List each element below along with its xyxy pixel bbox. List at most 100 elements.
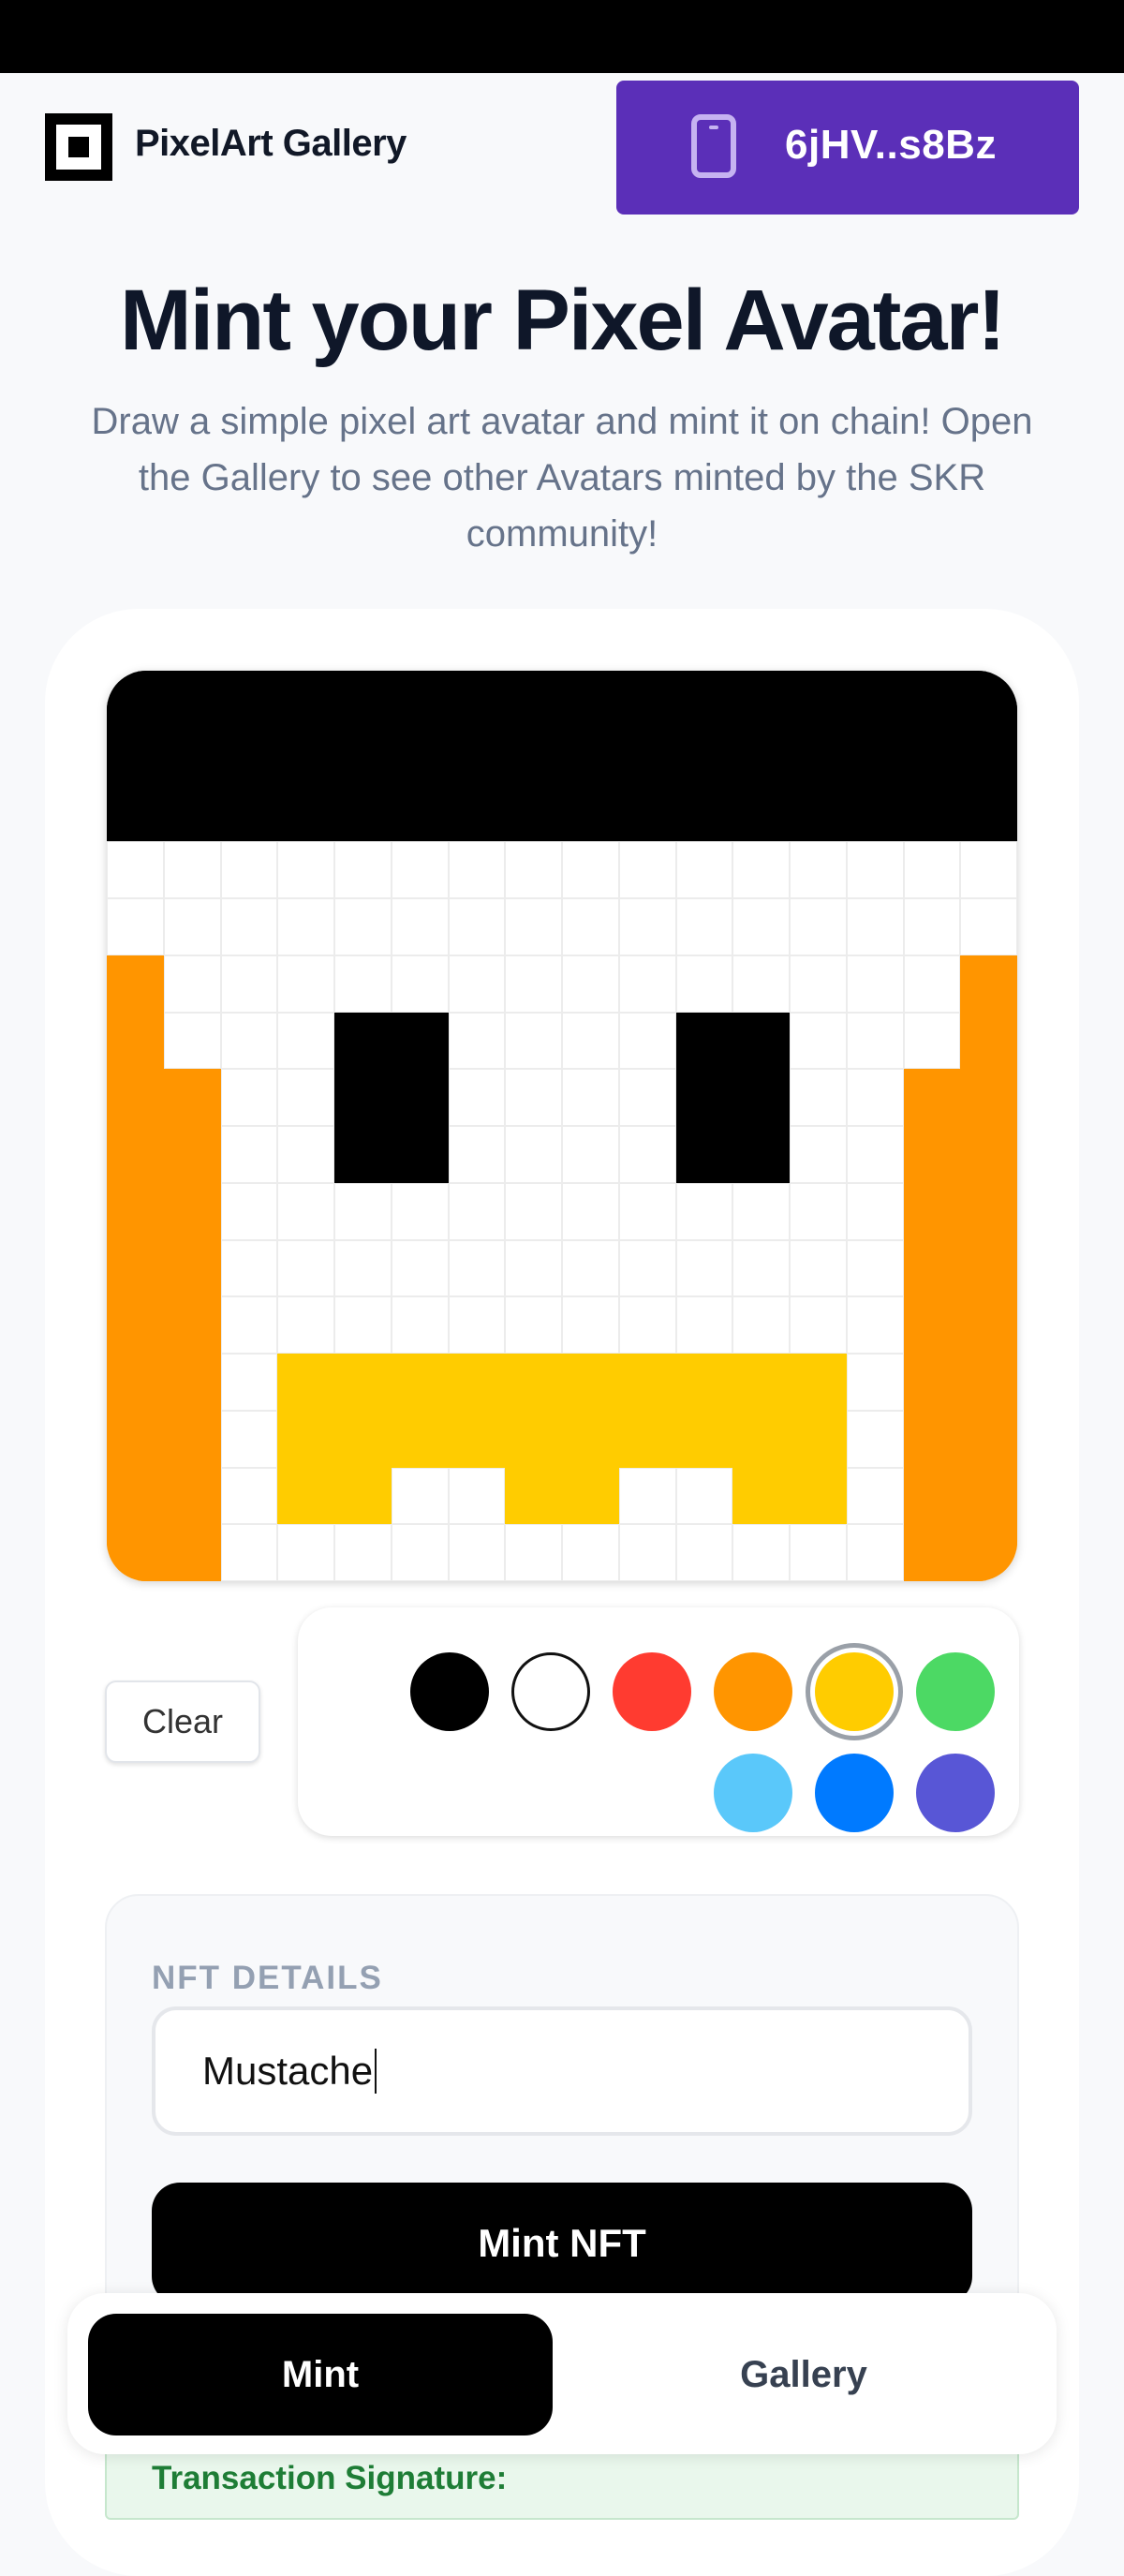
pixel-cell[interactable] — [903, 841, 961, 898]
pixel-cell[interactable] — [163, 784, 221, 842]
pixel-cell[interactable] — [505, 898, 562, 955]
pixel-cell[interactable] — [220, 784, 278, 842]
pixel-cell[interactable] — [960, 1182, 1017, 1240]
pixel-cell[interactable] — [960, 1467, 1017, 1525]
pixel-cell[interactable] — [732, 898, 790, 955]
pixel-cell[interactable] — [107, 1069, 164, 1126]
pixel-cell[interactable] — [220, 1354, 278, 1411]
clear-button[interactable]: Clear — [105, 1680, 260, 1763]
pixel-cell[interactable] — [277, 955, 334, 1013]
pixel-cell[interactable] — [448, 727, 506, 785]
pixel-cell[interactable] — [790, 784, 847, 842]
pixel-cell[interactable] — [277, 1126, 334, 1183]
pixel-cell[interactable] — [846, 955, 904, 1013]
pixel-cell[interactable] — [448, 671, 506, 728]
pixel-cell[interactable] — [391, 1012, 449, 1070]
pixel-cell[interactable] — [790, 1524, 847, 1581]
pixel-cell[interactable] — [505, 1182, 562, 1240]
pixel-cell[interactable] — [675, 1182, 733, 1240]
pixel-cell[interactable] — [277, 671, 334, 728]
pixel-cell[interactable] — [675, 727, 733, 785]
pixel-cell[interactable] — [903, 1524, 961, 1581]
pixel-cell[interactable] — [107, 1012, 164, 1070]
pixel-cell[interactable] — [562, 1069, 619, 1126]
pixel-cell[interactable] — [618, 1296, 676, 1354]
pixel-cell[interactable] — [960, 841, 1017, 898]
pixel-cell[interactable] — [903, 1467, 961, 1525]
pixel-cell[interactable] — [391, 1524, 449, 1581]
pixel-cell[interactable] — [448, 1012, 506, 1070]
pixel-cell[interactable] — [846, 1012, 904, 1070]
swatch-blue[interactable] — [815, 1754, 894, 1832]
pixel-cell[interactable] — [448, 1467, 506, 1525]
pixel-cell[interactable] — [220, 1012, 278, 1070]
pixel-cell[interactable] — [505, 1296, 562, 1354]
pixel-cell[interactable] — [960, 1524, 1017, 1581]
pixel-cell[interactable] — [391, 1354, 449, 1411]
pixel-cell[interactable] — [846, 727, 904, 785]
pixel-cell[interactable] — [618, 841, 676, 898]
pixel-cell[interactable] — [732, 671, 790, 728]
pixel-cell[interactable] — [903, 671, 961, 728]
pixel-cell[interactable] — [163, 1126, 221, 1183]
pixel-cell[interactable] — [334, 671, 392, 728]
pixel-cell[interactable] — [903, 1296, 961, 1354]
pixel-cell[interactable] — [675, 1126, 733, 1183]
pixel-cell[interactable] — [618, 1239, 676, 1297]
pixel-cell[interactable] — [960, 898, 1017, 955]
pixel-cell[interactable] — [391, 1239, 449, 1297]
pixel-cell[interactable] — [448, 841, 506, 898]
swatch-black[interactable] — [410, 1652, 489, 1731]
pixel-cell[interactable] — [562, 1239, 619, 1297]
pixel-cell[interactable] — [391, 1467, 449, 1525]
pixel-cell[interactable] — [505, 1467, 562, 1525]
pixel-cell[interactable] — [448, 1126, 506, 1183]
pixel-cell[interactable] — [505, 727, 562, 785]
pixel-cell[interactable] — [220, 671, 278, 728]
pixel-cell[interactable] — [790, 898, 847, 955]
pixel-cell[interactable] — [334, 1467, 392, 1525]
pixel-cell[interactable] — [163, 1182, 221, 1240]
pixel-cell[interactable] — [334, 784, 392, 842]
pixel-cell[interactable] — [732, 1410, 790, 1468]
pixel-cell[interactable] — [391, 784, 449, 842]
pixel-cell[interactable] — [220, 1182, 278, 1240]
pixel-cell[interactable] — [732, 841, 790, 898]
pixel-cell[interactable] — [960, 955, 1017, 1013]
pixel-cell[interactable] — [505, 1239, 562, 1297]
pixel-cell[interactable] — [675, 784, 733, 842]
pixel-cell[interactable] — [903, 898, 961, 955]
pixel-cell[interactable] — [790, 1354, 847, 1411]
pixel-cell[interactable] — [562, 955, 619, 1013]
pixel-cell[interactable] — [846, 1182, 904, 1240]
pixel-cell[interactable] — [960, 1410, 1017, 1468]
pixel-cell[interactable] — [448, 1069, 506, 1126]
pixel-cell[interactable] — [618, 955, 676, 1013]
pixel-cell[interactable] — [562, 1296, 619, 1354]
pixel-cell[interactable] — [505, 1069, 562, 1126]
pixel-cell[interactable] — [960, 1296, 1017, 1354]
pixel-cell[interactable] — [675, 1012, 733, 1070]
pixel-cell[interactable] — [903, 1354, 961, 1411]
pixel-cell[interactable] — [391, 1069, 449, 1126]
pixel-cell[interactable] — [732, 1126, 790, 1183]
pixel-canvas[interactable] — [107, 671, 1017, 1581]
pixel-cell[interactable] — [163, 1354, 221, 1411]
pixel-cell[interactable] — [505, 784, 562, 842]
pixel-cell[interactable] — [790, 1296, 847, 1354]
pixel-cell[interactable] — [163, 727, 221, 785]
pixel-cell[interactable] — [505, 1410, 562, 1468]
pixel-cell[interactable] — [960, 1354, 1017, 1411]
pixel-cell[interactable] — [960, 727, 1017, 785]
pixel-cell[interactable] — [277, 1467, 334, 1525]
pixel-cell[interactable] — [846, 671, 904, 728]
pixel-cell[interactable] — [391, 1182, 449, 1240]
pixel-cell[interactable] — [334, 1296, 392, 1354]
pixel-cell[interactable] — [107, 1410, 164, 1468]
pixel-cell[interactable] — [163, 671, 221, 728]
pixel-cell[interactable] — [448, 955, 506, 1013]
pixel-cell[interactable] — [163, 1239, 221, 1297]
pixel-cell[interactable] — [277, 727, 334, 785]
pixel-cell[interactable] — [618, 1524, 676, 1581]
pixel-cell[interactable] — [732, 1524, 790, 1581]
